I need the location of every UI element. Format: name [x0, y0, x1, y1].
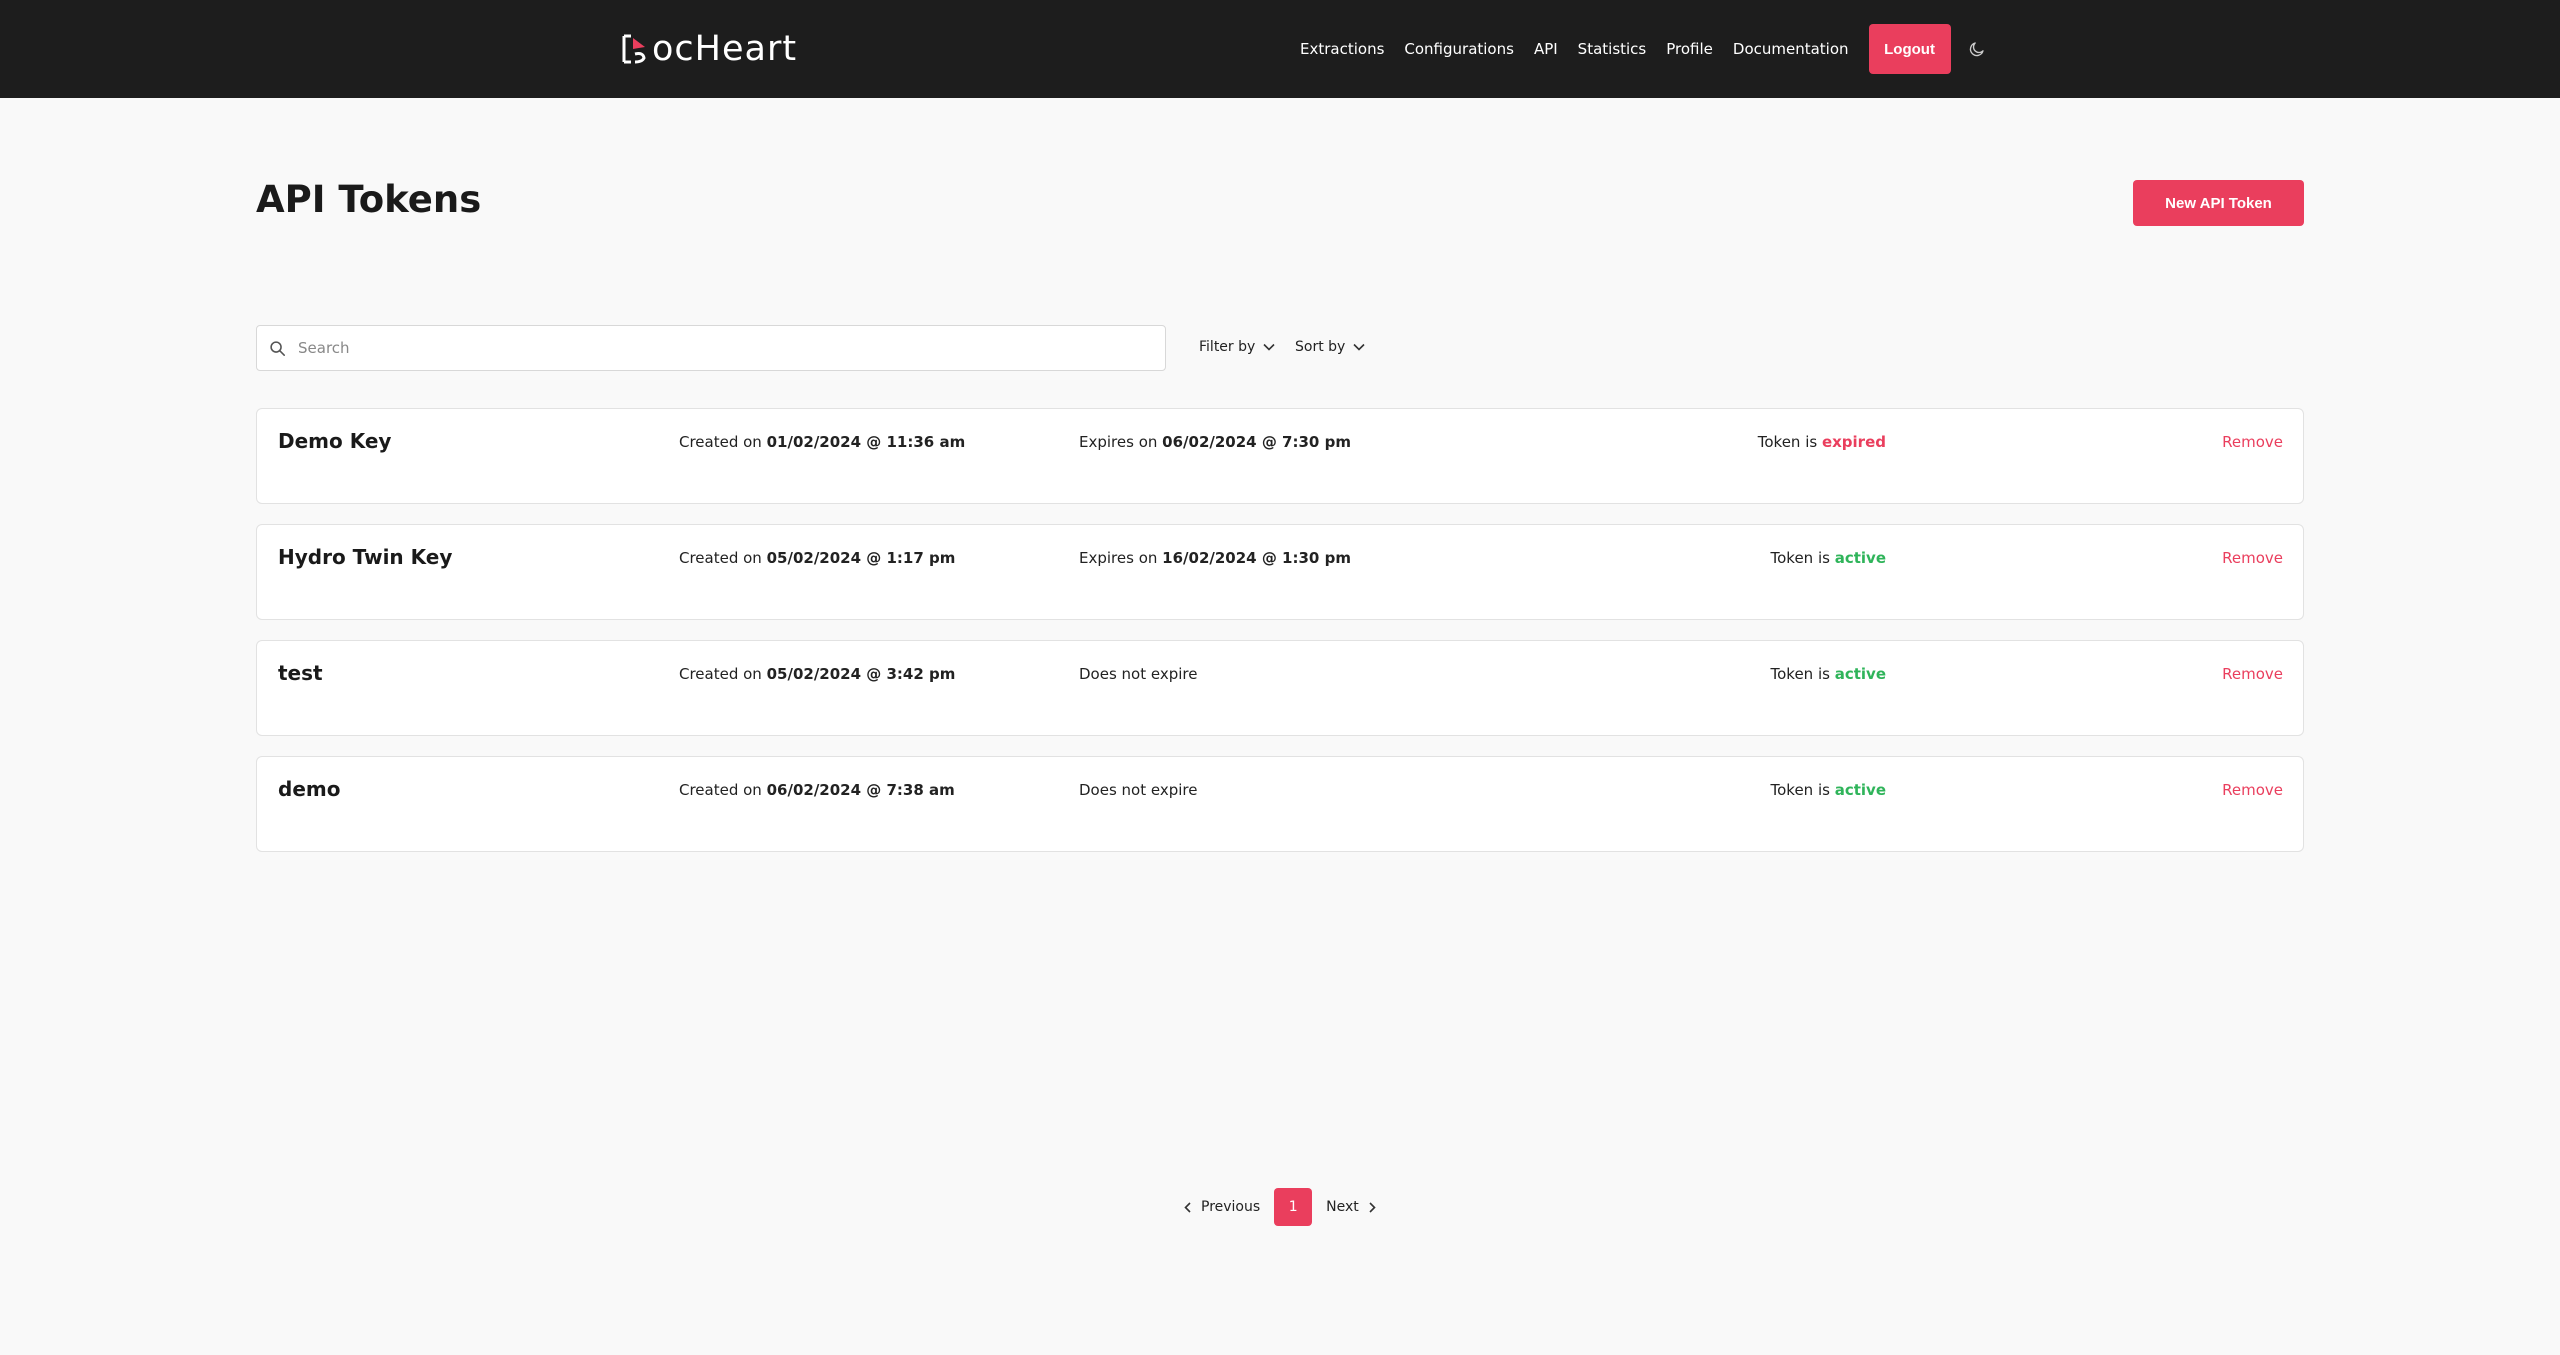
previous-page-button[interactable]: Previous: [1184, 1199, 1260, 1215]
token-card: demo Created on 06/02/2024 @ 7:38 am Doe…: [256, 756, 2304, 852]
search-icon: [269, 340, 286, 357]
token-card: Demo Key Created on 01/02/2024 @ 11:36 a…: [256, 408, 2304, 504]
next-page-button[interactable]: Next: [1326, 1199, 1376, 1215]
sort-by-dropdown[interactable]: Sort by: [1295, 334, 1365, 360]
token-status: Token is active: [1770, 781, 1886, 799]
token-status: Token is expired: [1757, 433, 1886, 451]
top-navbar: ocHeart Extractions Configurations API S…: [0, 0, 2560, 98]
token-card: Hydro Twin Key Created on 05/02/2024 @ 1…: [256, 524, 2304, 620]
status-badge: expired: [1821, 433, 1886, 451]
token-name: Demo Key: [278, 429, 392, 453]
logo-mark-icon: [622, 34, 646, 64]
token-name: test: [278, 661, 323, 685]
pagination: Previous 1 Next: [1184, 1188, 1376, 1226]
sort-by-label: Sort by: [1295, 339, 1346, 355]
token-created: Created on 05/02/2024 @ 3:42 pm: [679, 665, 956, 683]
token-created: Created on 05/02/2024 @ 1:17 pm: [679, 549, 956, 567]
remove-token-button[interactable]: Remove: [2222, 433, 2283, 451]
chevron-right-icon: [1369, 1201, 1376, 1213]
page-title: API Tokens: [256, 178, 482, 221]
token-name: demo: [278, 777, 341, 801]
nav-documentation[interactable]: Documentation: [1733, 40, 1849, 58]
token-expires: Expires on 16/02/2024 @ 1:30 pm: [1079, 549, 1351, 567]
status-badge: active: [1834, 781, 1886, 799]
search-box[interactable]: [256, 325, 1166, 371]
nav-statistics[interactable]: Statistics: [1578, 40, 1647, 58]
token-status: Token is active: [1770, 665, 1886, 683]
remove-token-button[interactable]: Remove: [2222, 665, 2283, 683]
main-nav: Extractions Configurations API Statistic…: [1300, 24, 1986, 74]
filter-by-label: Filter by: [1199, 339, 1256, 355]
search-input[interactable]: [296, 338, 1140, 358]
token-status: Token is active: [1770, 549, 1886, 567]
token-expires: Expires on 06/02/2024 @ 7:30 pm: [1079, 433, 1351, 451]
chevron-down-icon: [1263, 343, 1275, 351]
token-expires: Does not expire: [1079, 665, 1198, 683]
nav-extractions[interactable]: Extractions: [1300, 40, 1384, 58]
nav-api[interactable]: API: [1534, 40, 1558, 58]
moon-icon[interactable]: [1968, 40, 1986, 58]
page-number-button[interactable]: 1: [1274, 1188, 1313, 1226]
filter-by-dropdown[interactable]: Filter by: [1199, 334, 1275, 360]
brand-name: ocHeart: [652, 29, 798, 69]
token-created: Created on 01/02/2024 @ 11:36 am: [679, 433, 966, 451]
logout-button[interactable]: Logout: [1868, 24, 1951, 74]
chevron-down-icon: [1353, 343, 1365, 351]
status-badge: active: [1834, 549, 1886, 567]
chevron-left-icon: [1184, 1201, 1191, 1213]
new-api-token-button[interactable]: New API Token: [2133, 180, 2304, 226]
token-card: test Created on 05/02/2024 @ 3:42 pm Doe…: [256, 640, 2304, 736]
token-name: Hydro Twin Key: [278, 545, 453, 569]
brand-logo[interactable]: ocHeart: [621, 29, 798, 69]
nav-configurations[interactable]: Configurations: [1404, 40, 1514, 58]
nav-profile[interactable]: Profile: [1666, 40, 1713, 58]
next-label: Next: [1326, 1199, 1359, 1215]
remove-token-button[interactable]: Remove: [2222, 549, 2283, 567]
token-expires: Does not expire: [1079, 781, 1198, 799]
status-badge: active: [1834, 665, 1886, 683]
token-created: Created on 06/02/2024 @ 7:38 am: [679, 781, 955, 799]
previous-label: Previous: [1201, 1199, 1261, 1215]
remove-token-button[interactable]: Remove: [2222, 781, 2283, 799]
